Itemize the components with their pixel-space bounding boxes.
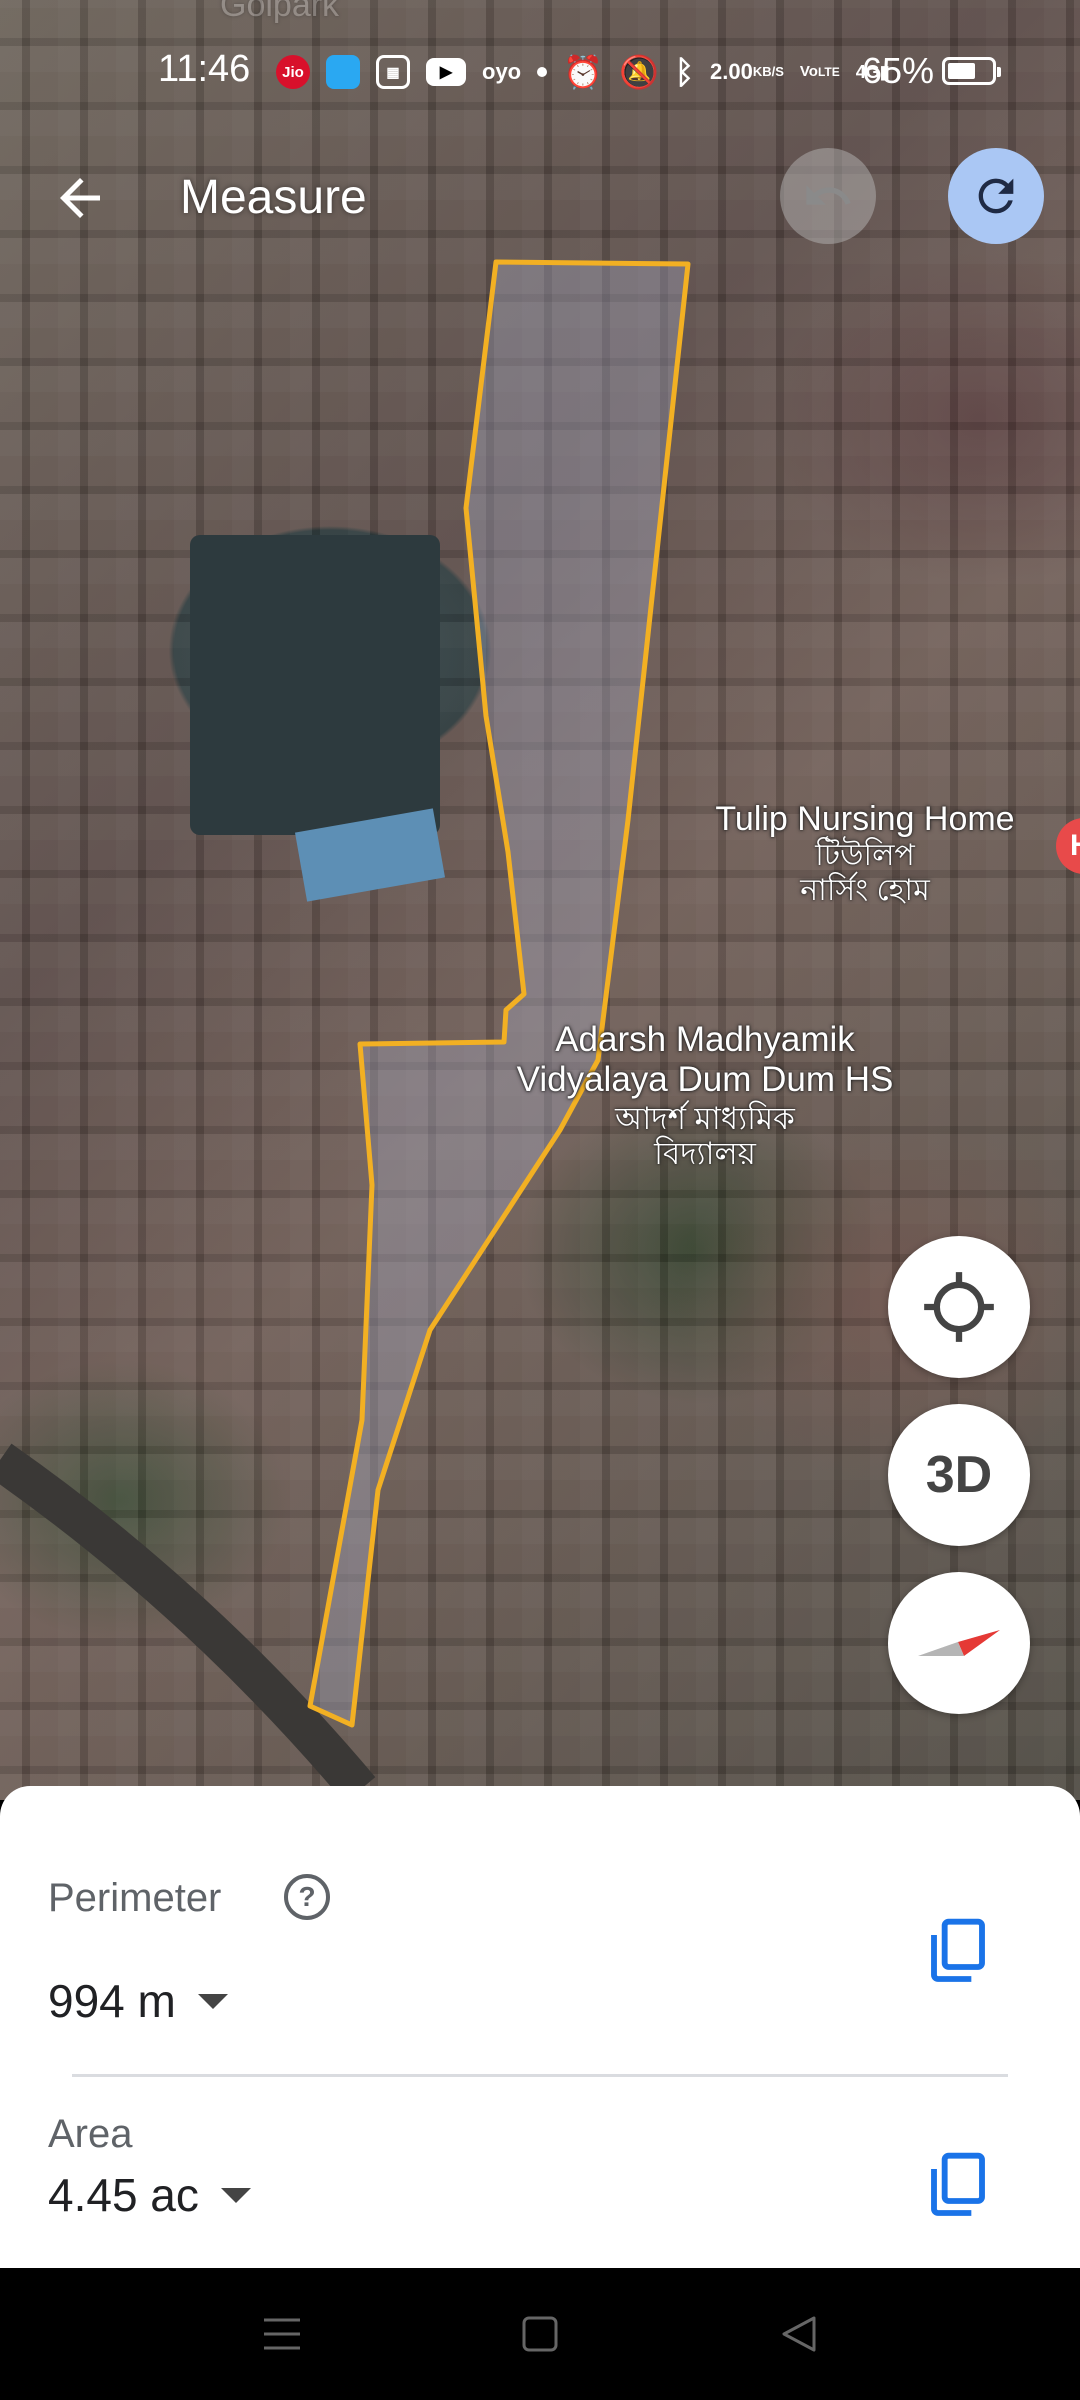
battery-icon	[942, 57, 1002, 85]
net-speed-value: 2.00	[710, 59, 753, 84]
battery-percent: 65%	[862, 50, 935, 91]
perimeter-label: Perimeter	[48, 1876, 222, 1920]
page-title: Measure	[180, 171, 367, 224]
battery-status: 65%	[862, 50, 1002, 92]
poi-label-bn: টিউলিপ	[815, 839, 915, 873]
perimeter-unit-dropdown[interactable]: 994 m	[48, 1974, 228, 2028]
youtube-icon: ▶	[426, 58, 466, 86]
recent-apps-button[interactable]	[258, 2312, 306, 2356]
dropdown-arrow-icon	[220, 2187, 251, 2203]
bluetooth-icon: ᛒ	[674, 53, 695, 90]
undo-icon	[806, 185, 851, 205]
copy-icon	[931, 2152, 985, 2216]
area-value: 4.45 ac	[48, 2169, 199, 2221]
faded-place-label: Golpark	[220, 0, 340, 24]
silent-bell-icon: 🔕	[618, 54, 659, 90]
jio-icon: Jio	[276, 55, 310, 89]
road	[0, 1443, 376, 1800]
volte-icon: Vo LTE	[800, 55, 840, 89]
calculator-icon: ▦	[376, 55, 410, 89]
status-bar: 11:46 Jio ▦ ▶ oyo ⏰ 🔕 ᛒ 2.00 KB/S Vo LTE…	[0, 40, 1080, 100]
poi-label-bn: নার্সিং হোম	[800, 873, 930, 907]
app-notification-icon	[326, 55, 360, 89]
poi-school[interactable]: Adarsh Madhyamik Vidyalaya Dum Dum HS আদ…	[470, 1020, 940, 1172]
home-square-icon	[522, 2316, 558, 2352]
copy-perimeter-button[interactable]	[926, 1916, 990, 1986]
copy-area-button[interactable]	[926, 2150, 990, 2220]
area-unit-dropdown[interactable]: 4.45 ac	[48, 2168, 251, 2222]
help-icon[interactable]: ?	[284, 1874, 330, 1920]
pond	[190, 535, 440, 835]
poi-tulip-nursing-home[interactable]: Tulip Nursing Home টিউলিপ নার্সিং হোম	[680, 800, 1050, 908]
copy-icon	[931, 1918, 985, 1982]
3d-label: 3D	[925, 1446, 993, 1504]
system-back-button[interactable]	[776, 2312, 824, 2356]
poi-label-bn: আদর্শ মাধ্যমিক	[615, 1100, 795, 1136]
menu-icon	[264, 2318, 300, 2350]
crosshair-icon	[924, 1272, 994, 1342]
system-nav-bar	[0, 2268, 1080, 2400]
more-notifications-dot-icon	[537, 67, 548, 77]
3d-toggle-button[interactable]: 3D	[888, 1404, 1030, 1546]
undo-button[interactable]	[780, 148, 876, 244]
arrow-back-icon	[60, 178, 100, 218]
net-speed-unit: KB/S	[752, 64, 784, 79]
home-button[interactable]	[516, 2312, 564, 2356]
compass-icon	[918, 1630, 1000, 1656]
compass-button[interactable]	[888, 1572, 1030, 1714]
net-speed: 2.00 KB/S	[710, 55, 784, 89]
volte-bottom: LTE	[817, 65, 840, 79]
perimeter-value: 994 m	[48, 1975, 176, 2027]
measured-area	[310, 262, 688, 1725]
measure-bottom-sheet: Perimeter ? 994 m Area 4.45 ac	[0, 1786, 1080, 2268]
my-location-button[interactable]	[888, 1236, 1030, 1378]
status-time: 11:46	[158, 48, 251, 90]
dropdown-arrow-icon	[197, 1993, 228, 2009]
poi-label-en: Tulip Nursing Home	[715, 800, 1015, 838]
poi-label-bn: বিদ্যালয়	[654, 1136, 756, 1172]
measure-header: Measure	[0, 148, 1080, 248]
volte-top: Vo	[799, 63, 818, 80]
status-icons: Jio ▦ ▶ oyo ⏰ 🔕 ᛒ 2.00 KB/S Vo LTE 4G ▮	[276, 52, 890, 92]
area-label: Area	[48, 2112, 133, 2156]
oyo-icon: oyo	[482, 59, 522, 84]
back-triangle-icon	[782, 2316, 816, 2352]
divider	[72, 2074, 1008, 2077]
poi-label-en: Vidyalaya Dum Dum HS	[516, 1060, 894, 1100]
poi-label-en: Adarsh Madhyamik	[555, 1020, 855, 1059]
reset-button[interactable]	[948, 148, 1044, 244]
refresh-icon	[978, 178, 1014, 214]
back-button[interactable]	[50, 168, 120, 228]
alarm-icon: ⏰	[563, 54, 603, 90]
battery-fill	[948, 63, 976, 79]
